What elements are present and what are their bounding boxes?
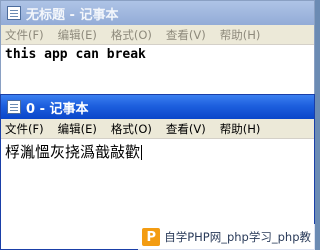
title-bar[interactable]: 无标题 - 记事本 bbox=[1, 1, 314, 25]
menu-format[interactable]: 格式(O) bbox=[111, 27, 152, 43]
text-area[interactable]: this app can break bbox=[1, 45, 314, 97]
text-content: 桴湚慍灰挠潙戠敲歡 bbox=[5, 143, 141, 161]
menu-format[interactable]: 格式(O) bbox=[111, 121, 152, 137]
window-title: 0 - 记事本 bbox=[26, 101, 89, 117]
menu-bar: 文件(F) 编辑(E) 格式(O) 查看(V) 帮助(H) bbox=[1, 25, 314, 45]
text-caret bbox=[141, 145, 143, 160]
notepad-icon bbox=[7, 100, 21, 114]
menu-help[interactable]: 帮助(H) bbox=[220, 121, 261, 137]
site-logo: P bbox=[142, 228, 161, 246]
menu-view[interactable]: 查看(V) bbox=[166, 121, 206, 137]
notepad-window-back[interactable]: 无标题 - 记事本 文件(F) 编辑(E) 格式(O) 查看(V) 帮助(H) … bbox=[0, 0, 315, 98]
window-title: 无标题 - 记事本 bbox=[26, 7, 119, 23]
menu-view[interactable]: 查看(V) bbox=[166, 27, 206, 43]
title-bar[interactable]: 0 - 记事本 bbox=[1, 95, 314, 119]
menu-file[interactable]: 文件(F) bbox=[5, 27, 44, 43]
text-content: this app can break bbox=[5, 47, 146, 62]
site-watermark: P 自学PHP网_php学习_php教 bbox=[138, 224, 315, 250]
menu-edit[interactable]: 编辑(E) bbox=[58, 27, 97, 43]
menu-help[interactable]: 帮助(H) bbox=[220, 27, 261, 43]
notepad-icon bbox=[7, 6, 21, 20]
menu-bar: 文件(F) 编辑(E) 格式(O) 查看(V) 帮助(H) bbox=[1, 119, 314, 139]
menu-edit[interactable]: 编辑(E) bbox=[58, 121, 97, 137]
watermark-text: 自学PHP网_php学习_php教 bbox=[164, 230, 311, 244]
menu-file[interactable]: 文件(F) bbox=[5, 121, 44, 137]
